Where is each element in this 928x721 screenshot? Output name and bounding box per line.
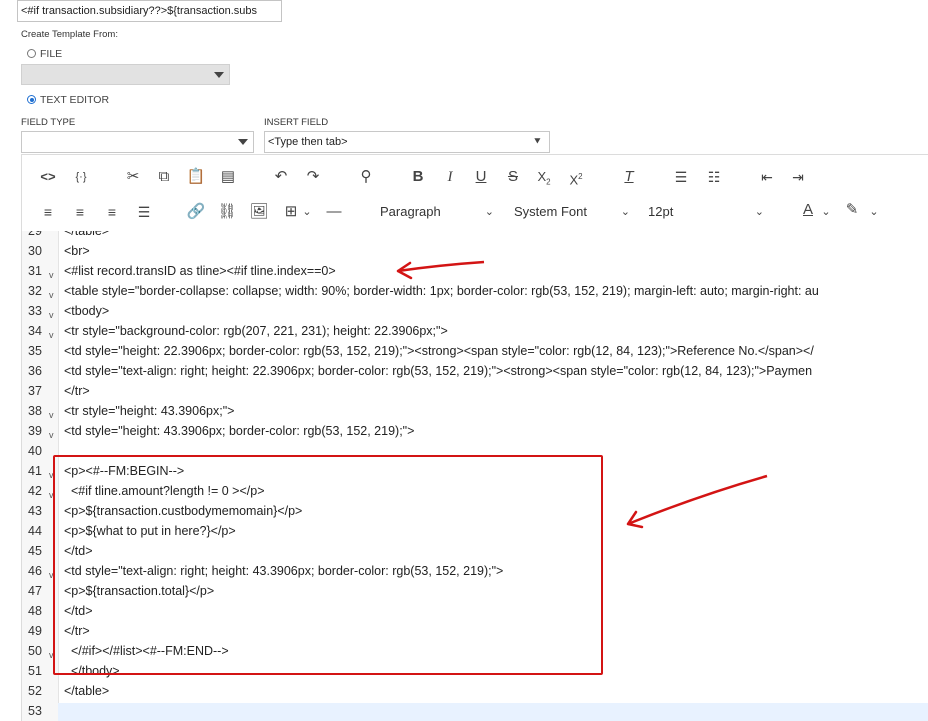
arrow-pointing-line-31 (396, 260, 485, 280)
annotation-arrows (396, 260, 768, 529)
arrow-pointing-red-box (626, 474, 768, 529)
